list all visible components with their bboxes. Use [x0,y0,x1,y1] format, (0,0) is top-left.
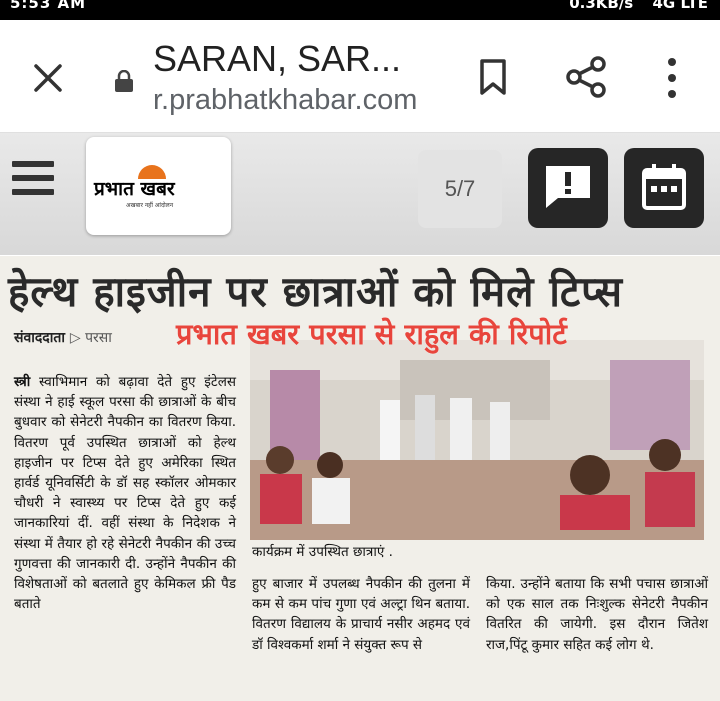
byline-author: संवाददाता [14,330,65,346]
more-vert-icon[interactable] [662,56,682,100]
page-title[interactable]: SARAN, SAR... [153,38,401,80]
network-speed: 0.3KB/s [569,0,634,12]
status-bar: 5:53 AM 0.3KB/s 4G LTE [0,0,720,20]
calendar-button[interactable] [624,148,704,228]
logo-tagline: अखबार नहीं आंदोलन [126,202,174,209]
close-icon[interactable] [30,60,66,96]
menu-icon[interactable] [12,161,54,201]
share-icon[interactable] [566,56,606,98]
column-1-text: स्वाभिमान को बढ़ावा देते हुए इंटेलस संस्… [14,374,236,613]
photo-caption: कार्यक्रम में उपस्थित छात्राएं . [252,544,393,560]
bookmark-icon[interactable] [478,58,508,96]
feedback-icon [546,166,590,208]
logo-text: प्रभात खबर [94,178,175,200]
article-clipping: हेल्थ हाइजीन पर छात्राओं को मिले टिप्स स… [0,256,720,701]
lock-icon [115,70,133,92]
article-column-1: स्त्री स्वाभिमान को बढ़ावा देते हुए इंटे… [14,372,236,614]
page-indicator[interactable]: 5/7 [418,150,502,228]
article-column-2: हुए बाजार में उपलब्ध नैपकीन की तुलना में… [252,576,470,653]
status-time: 5:53 AM [10,0,87,12]
article-headline: हेल्थ हाइजीन पर छात्राओं को मिले टिप्स [8,267,623,316]
page-domain[interactable]: r.prabhatkhabar.com [153,84,417,117]
status-right: 0.3KB/s 4G LTE [569,0,708,12]
byline: संवाददाता ▷ परसा [14,330,112,346]
drop-word: स्त्री [14,374,31,390]
calendar-icon [642,164,686,210]
article-toolbar: प्रभात खबर अखबार नहीं आंदोलन 5/7 [0,133,720,255]
network-type: 4G LTE [652,0,708,12]
url-bar: SARAN, SAR... r.prabhatkhabar.com [0,20,720,133]
site-logo[interactable]: प्रभात खबर अखबार नहीं आंदोलन [86,137,231,235]
byline-place: परसा [85,330,112,346]
report-overlay: प्रभात खबर परसा से राहुल की रिपोर्ट [176,317,567,351]
article-column-3: किया. उन्होंने बताया कि सभी पचास छात्राओ… [486,576,708,653]
feedback-button[interactable] [528,148,608,228]
